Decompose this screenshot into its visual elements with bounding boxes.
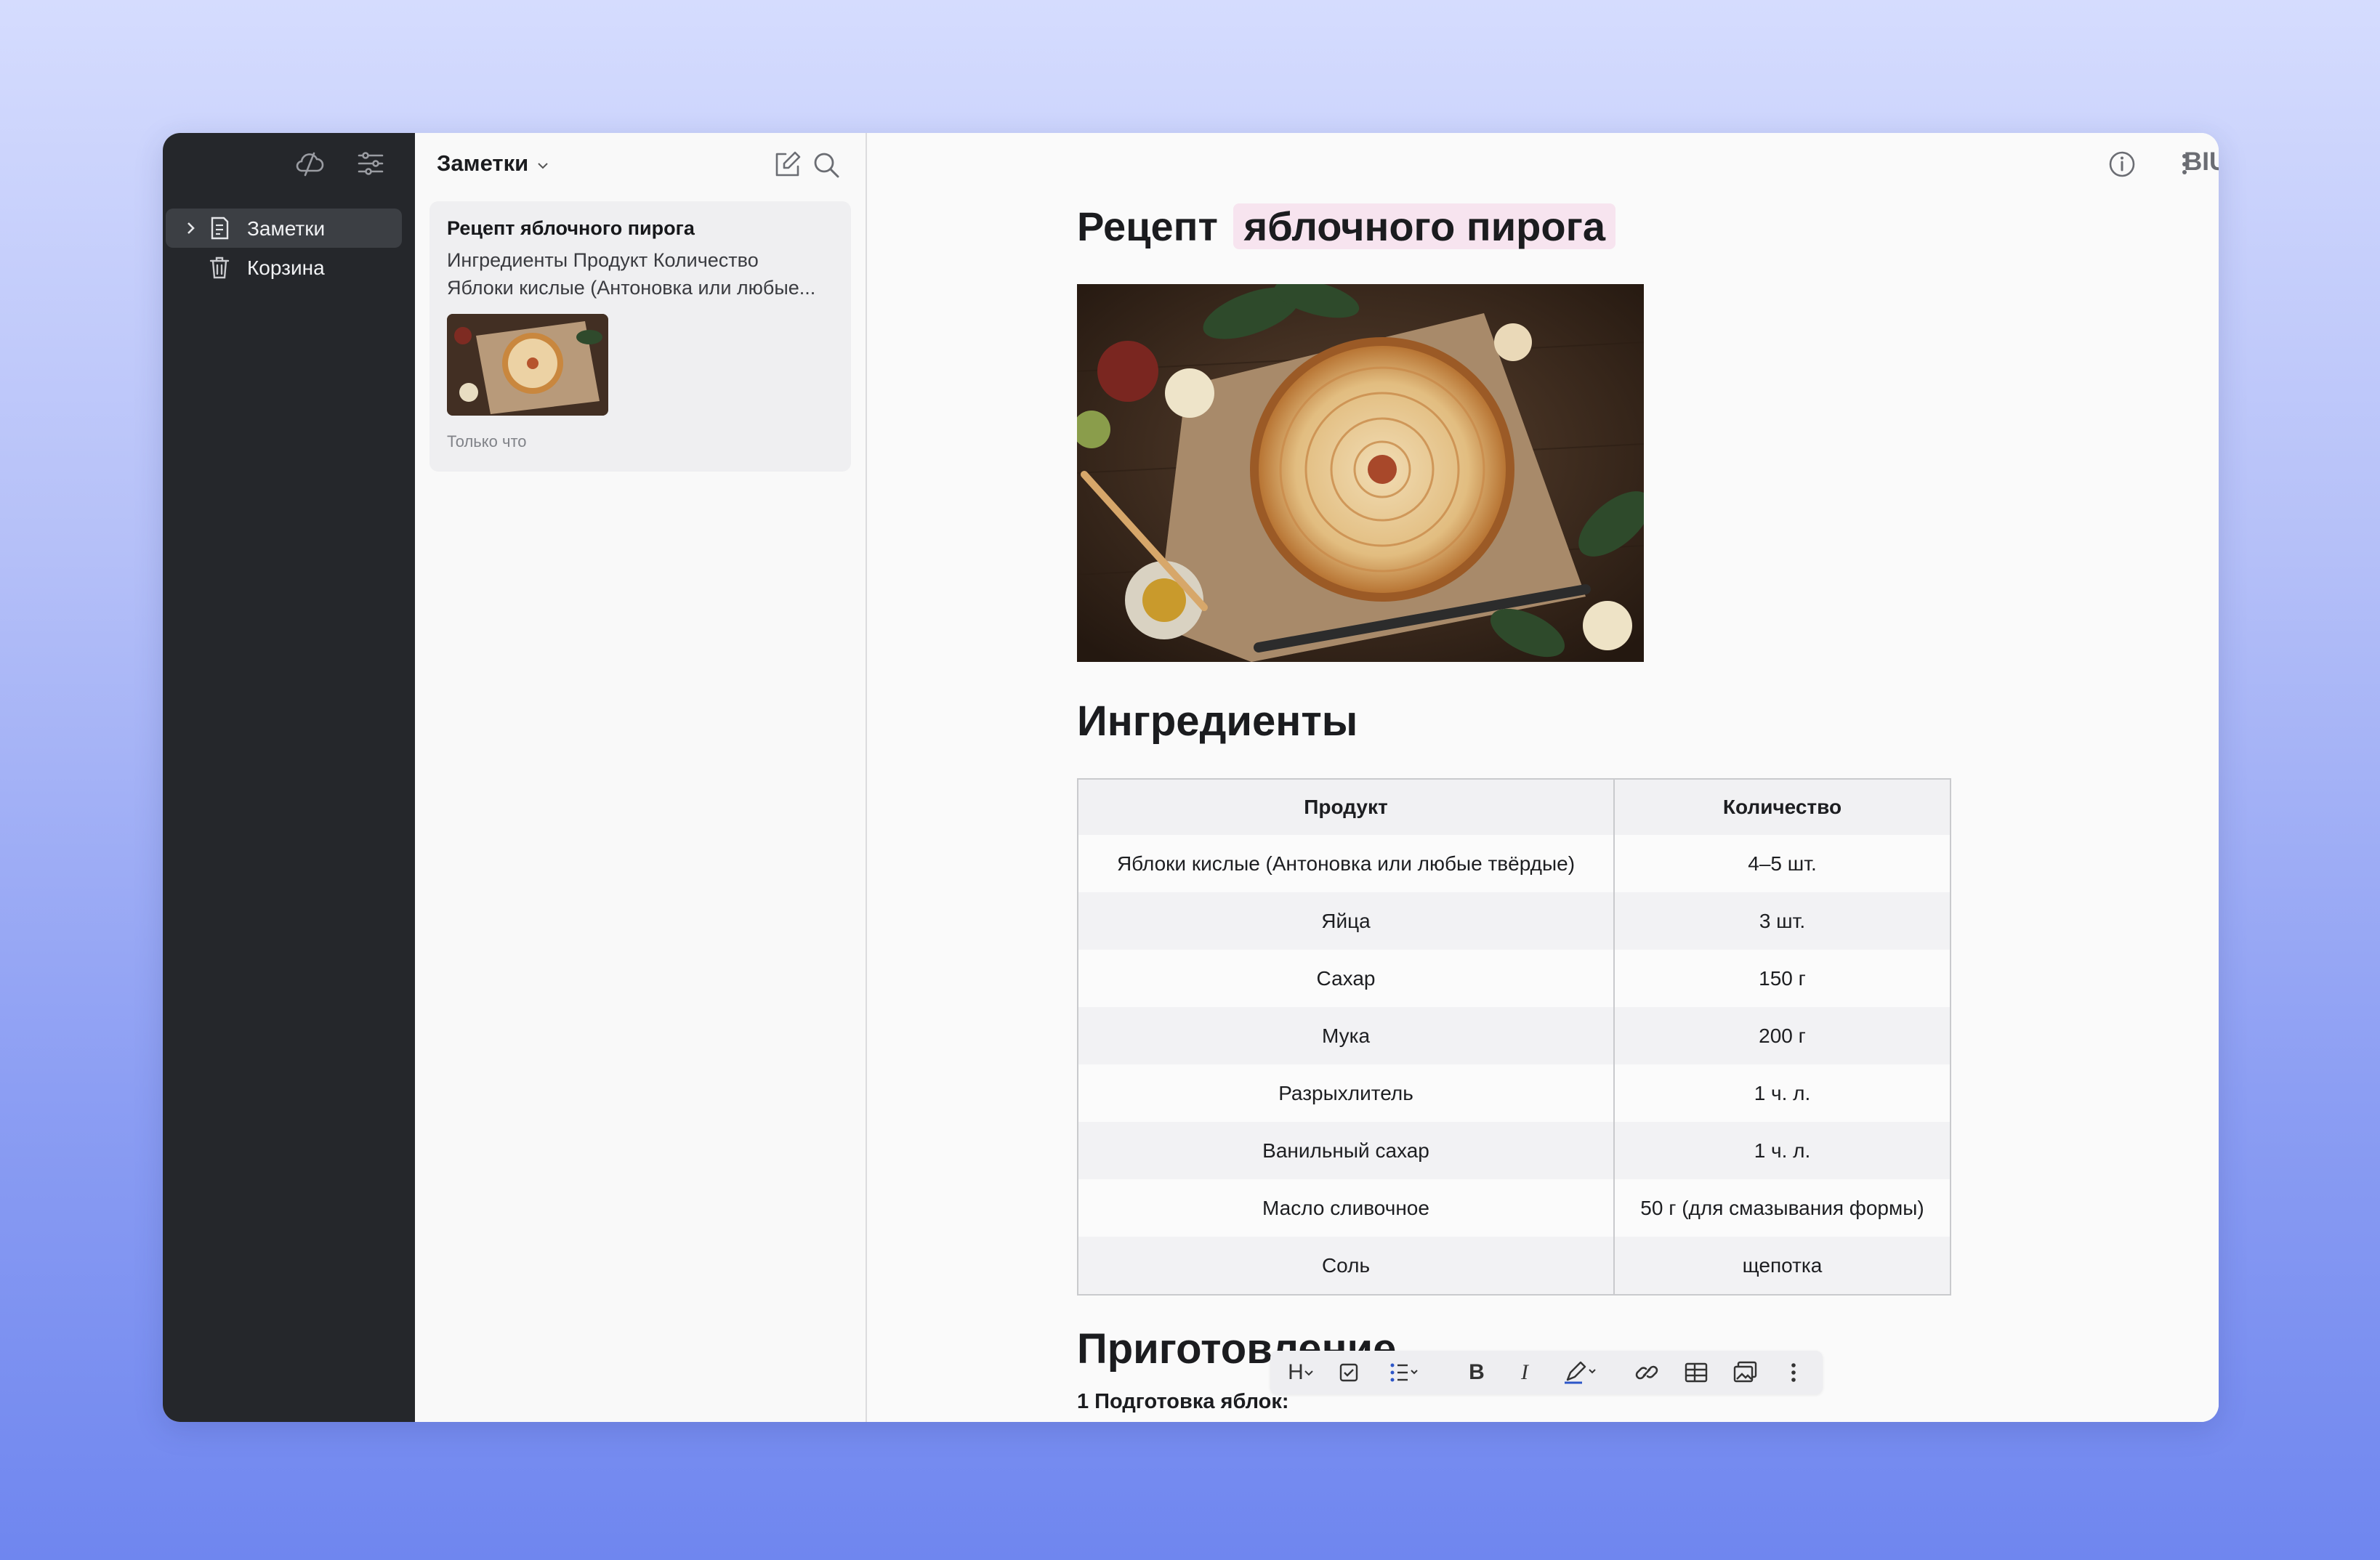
table-cell[interactable]: Сахар — [1078, 950, 1615, 1007]
table-cell[interactable]: Яблоки кислые (Антоновка или любые твёрд… — [1078, 835, 1615, 892]
table-cell[interactable]: Разрыхлитель — [1078, 1064, 1615, 1122]
table-row: Соль щепотка — [1078, 1237, 1951, 1295]
image-icon[interactable] — [1728, 1355, 1763, 1390]
link-icon[interactable] — [1629, 1355, 1664, 1390]
sidebar-item-label: Корзина — [247, 256, 325, 279]
table-cell[interactable]: Масло сливочное — [1078, 1179, 1615, 1237]
chevron-right-icon[interactable] — [182, 219, 199, 237]
sidebar-item-notes[interactable]: Заметки — [166, 209, 402, 248]
note-card-timestamp: Только что — [447, 432, 527, 450]
table-row: Сахар 150 г — [1078, 950, 1951, 1007]
italic-button[interactable]: I — [1507, 1355, 1542, 1390]
table-cell[interactable]: Мука — [1078, 1007, 1615, 1064]
ingredients-table[interactable]: Продукт Количество Яблоки кислые (Антоно… — [1077, 778, 1951, 1296]
table-row: Яйца 3 шт. — [1078, 892, 1951, 950]
note-image[interactable] — [1077, 284, 1644, 662]
sync-off-icon[interactable] — [292, 146, 327, 181]
chevron-down-icon — [1304, 1370, 1313, 1376]
table-cell[interactable]: 3 шт. — [1614, 892, 1951, 950]
table-row: Ванильный сахар 1 ч. л. — [1078, 1122, 1951, 1179]
highlight-dropdown[interactable] — [1557, 1355, 1605, 1390]
table-cell[interactable]: 1 ч. л. — [1614, 1122, 1951, 1179]
sidebar: Заметки Корзина — [163, 133, 415, 1422]
note-icon — [211, 217, 229, 240]
table-row: Мука 200 г — [1078, 1007, 1951, 1064]
search-icon[interactable] — [809, 147, 844, 182]
list-icon — [1390, 1363, 1418, 1382]
table-cell[interactable]: 1 ч. л. — [1614, 1064, 1951, 1122]
editor: BIU Рецепт яблочного пирога Ингредиенты … — [867, 133, 2219, 1422]
sidebar-item-trash[interactable]: Корзина — [166, 248, 402, 287]
heading-dropdown[interactable]: H — [1280, 1355, 1321, 1390]
table-cell[interactable]: щепотка — [1614, 1237, 1951, 1295]
note-card-preview-line: Яблоки кислые (Антоновка или любые... — [447, 277, 816, 299]
settings-sliders-icon[interactable] — [353, 146, 388, 181]
new-note-icon[interactable] — [770, 147, 804, 182]
table-header[interactable]: Количество — [1614, 779, 1951, 835]
checkbox-icon[interactable] — [1331, 1355, 1366, 1390]
table-row: Масло сливочное 50 г (для смазывания форм… — [1078, 1179, 1951, 1237]
table-cell[interactable]: Соль — [1078, 1237, 1615, 1295]
sidebar-item-label: Заметки — [247, 217, 326, 240]
formatting-toolbar: H B I — [1270, 1351, 1823, 1394]
table-row: Разрыхлитель 1 ч. л. — [1078, 1064, 1951, 1122]
note-card-title: Рецепт яблочного пирога — [447, 217, 695, 239]
more-vertical-icon[interactable] — [2166, 146, 2203, 182]
table-cell[interactable]: 150 г — [1614, 950, 1951, 1007]
list-dropdown[interactable] — [1378, 1355, 1429, 1390]
table-cell[interactable]: Ванильный сахар — [1078, 1122, 1615, 1179]
heading-ingredients[interactable]: Ингредиенты — [1077, 697, 1358, 745]
table-cell[interactable]: 50 г (для смазывания формы) — [1614, 1179, 1951, 1237]
info-icon[interactable] — [2104, 146, 2140, 182]
note-title[interactable]: Рецепт яблочного пирога — [1077, 203, 1616, 250]
heading-label: H — [1288, 1360, 1304, 1384]
notelist-title[interactable]: Заметки — [437, 150, 528, 177]
note-list-panel: Заметки Рецепт яблочного пирога Ингредие… — [415, 133, 867, 1422]
table-row: Яблоки кислые (Антоновка или любые твёрд… — [1078, 835, 1951, 892]
note-title-plain: Рецепт — [1077, 203, 1218, 249]
highlighter-icon — [1565, 1361, 1596, 1384]
more-vertical-icon[interactable] — [1776, 1355, 1811, 1390]
note-card[interactable]: Рецепт яблочного пирога Ингредиенты Прод… — [429, 201, 851, 472]
table-header[interactable]: Продукт — [1078, 779, 1615, 835]
trash-icon — [209, 256, 230, 279]
chevron-down-icon[interactable] — [536, 159, 549, 172]
table-cell[interactable]: Яйца — [1078, 892, 1615, 950]
bold-button[interactable]: B — [1459, 1355, 1494, 1390]
note-title-highlight: яблочного пирога — [1233, 203, 1616, 249]
app-window: Заметки Корзина Заметки Рецепт яблочного… — [163, 133, 2219, 1422]
table-icon[interactable] — [1679, 1355, 1714, 1390]
note-thumbnail — [447, 314, 608, 416]
table-cell[interactable]: 4–5 шт. — [1614, 835, 1951, 892]
note-card-preview-line: Ингредиенты Продукт Количество — [447, 249, 759, 271]
table-cell[interactable]: 200 г — [1614, 1007, 1951, 1064]
step-heading[interactable]: 1 Подготовка яблок: — [1077, 1390, 1289, 1414]
